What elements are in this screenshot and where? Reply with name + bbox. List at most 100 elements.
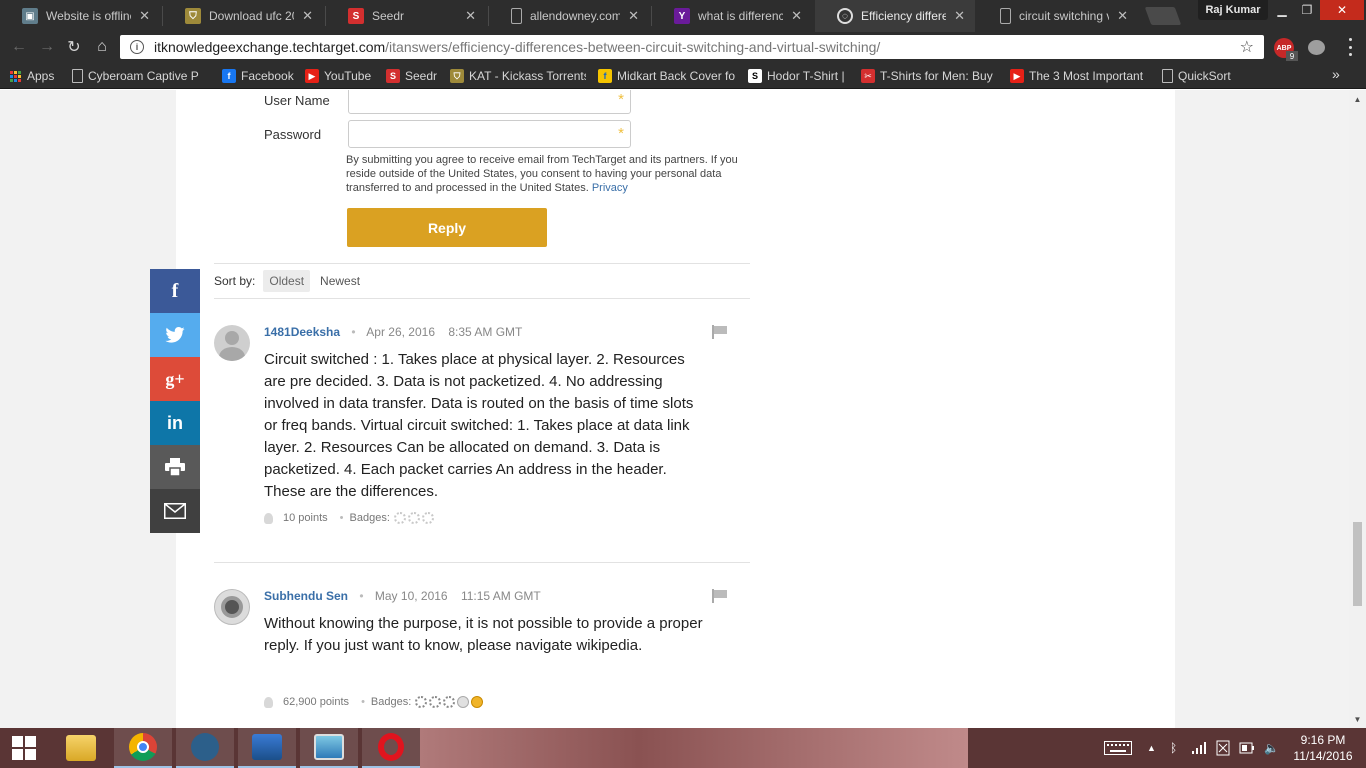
apps-grid-icon	[10, 70, 21, 82]
minimize-icon[interactable]: ▁	[1270, 0, 1294, 20]
facebook-share-icon[interactable]: f	[150, 269, 200, 313]
close-tab-icon[interactable]: ✕	[139, 8, 150, 24]
close-tab-icon[interactable]: ✕	[954, 8, 965, 24]
wallpaper-strip	[420, 728, 968, 768]
battery-icon[interactable]	[1239, 728, 1255, 768]
print-icon[interactable]	[150, 445, 200, 489]
tray-overflow-icon[interactable]: ▲	[1147, 728, 1156, 768]
bookmark-label: Facebook	[241, 69, 294, 83]
badges-label: Badges:	[349, 512, 390, 524]
password-field[interactable]: *	[348, 120, 631, 148]
taskbar-photos[interactable]	[300, 728, 358, 768]
taskbar-wifi-tool[interactable]	[176, 728, 234, 768]
profile-button[interactable]: Raj Kumar	[1198, 0, 1268, 20]
password-label: Password	[264, 127, 322, 142]
tab-download-ufc[interactable]: ⛉ Download ufc 205 ✕	[163, 0, 323, 32]
restore-icon[interactable]: ❐	[1295, 0, 1319, 20]
bookmark-kat[interactable]: ⛉ KAT - Kickass Torrents	[450, 67, 586, 85]
twitter-share-icon[interactable]	[150, 313, 200, 357]
username-field[interactable]: *	[348, 90, 631, 114]
bookmark-label: Hodor T-Shirt |	[767, 69, 845, 83]
reload-icon[interactable]: ↻	[63, 36, 85, 58]
bookmark-quicksort[interactable]: QuickSort	[1162, 67, 1231, 85]
bookmark-seedr[interactable]: S Seedr	[386, 67, 437, 85]
close-window-icon[interactable]: ✕	[1320, 0, 1364, 20]
close-tab-icon[interactable]: ✕	[302, 8, 313, 24]
tab-title: Website is offline	[46, 9, 132, 23]
bookmark-apps[interactable]: Apps	[10, 67, 54, 85]
comment-author[interactable]: 1481Deeksha	[264, 325, 340, 339]
url-path: /itanswers/efficiency-differences-betwee…	[385, 39, 881, 55]
badges-label: Badges:	[370, 696, 412, 708]
taskbar-network-tool[interactable]	[238, 728, 296, 768]
tab-allendowney[interactable]: allendowney.com/ ✕	[489, 0, 649, 32]
required-marker: *	[618, 91, 624, 108]
taskbar-file-explorer[interactable]	[52, 728, 110, 768]
reply-button[interactable]: Reply	[347, 208, 547, 247]
bookmark-label: QuickSort	[1178, 69, 1231, 83]
email-share-icon[interactable]	[150, 489, 200, 533]
bookmark-youtube-video[interactable]: ▶ The 3 Most Important	[1010, 67, 1150, 85]
flag-icon[interactable]	[712, 325, 728, 339]
comment-time: 11:15 AM GMT	[460, 589, 541, 603]
taskbar-clock[interactable]: 9:16 PM 11/14/2016	[1288, 732, 1358, 764]
back-icon[interactable]: ←	[8, 36, 30, 58]
comment-divider	[214, 562, 750, 563]
page-scrollbar[interactable]: ▲ ▼	[1349, 90, 1366, 728]
extension-icon[interactable]	[1308, 40, 1325, 55]
chrome-menu-icon[interactable]	[1344, 38, 1356, 56]
bookmark-label: Apps	[27, 69, 55, 83]
close-tab-icon[interactable]: ✕	[465, 8, 476, 24]
new-tab-button[interactable]	[1144, 7, 1182, 25]
flag-icon[interactable]	[712, 589, 728, 603]
tab-circuit-switching[interactable]: circuit switching vs ✕	[978, 0, 1138, 32]
sort-newest[interactable]: Newest	[314, 270, 366, 292]
privacy-link[interactable]: Privacy	[592, 182, 628, 194]
bookmark-star-icon[interactable]: ☆	[1240, 37, 1254, 57]
tab-strip: ▣ Website is offline ✕ ⛉ Download ufc 20…	[0, 0, 1366, 32]
site-info-icon[interactable]: i	[130, 40, 144, 54]
close-tab-icon[interactable]: ✕	[791, 8, 802, 24]
bookmarks-overflow-icon[interactable]: »	[1332, 66, 1340, 82]
bookmark-tshirts[interactable]: ✂ T-Shirts for Men: Buy	[861, 67, 997, 85]
disclaimer-text: By submitting you agree to receive email…	[346, 154, 738, 194]
bluetooth-icon[interactable]: ᛒ	[1170, 728, 1177, 768]
bookmark-cyberoam[interactable]: Cyberoam Captive P	[72, 67, 210, 85]
bookmark-hodor[interactable]: S Hodor T-Shirt |	[748, 67, 845, 85]
taskbar-chrome[interactable]	[114, 728, 172, 768]
scroll-up-icon[interactable]: ▲	[1349, 92, 1366, 106]
linkedin-share-icon[interactable]: in	[150, 401, 200, 445]
tab-yahoo-answers[interactable]: Y what is difference ✕	[652, 0, 812, 32]
scroll-down-icon[interactable]: ▼	[1349, 712, 1366, 726]
address-bar[interactable]: i itknowledgeexchange.techtarget.com/ita…	[120, 35, 1264, 59]
tab-website-offline[interactable]: ▣ Website is offline ✕	[0, 0, 160, 32]
bookmark-label: Midkart Back Cover fo	[617, 69, 736, 83]
bookmark-label: T-Shirts for Men: Buy	[880, 69, 993, 83]
bookmark-midkart[interactable]: f Midkart Back Cover fo	[598, 67, 736, 85]
avatar[interactable]	[214, 589, 250, 625]
google-plus-share-icon[interactable]: g+	[150, 357, 200, 401]
bookmark-youtube[interactable]: ▶ YouTube	[305, 67, 371, 85]
bookmark-facebook[interactable]: f Facebook	[222, 67, 294, 85]
start-button[interactable]	[0, 728, 48, 768]
youtube-icon: ▶	[305, 69, 319, 83]
avatar[interactable]	[214, 325, 250, 361]
comment-author[interactable]: Subhendu Sen	[264, 589, 348, 603]
home-icon[interactable]: ⌂	[91, 36, 113, 58]
forward-icon[interactable]: →	[36, 36, 58, 58]
keyboard-icon[interactable]	[1104, 728, 1132, 768]
sync-error-icon[interactable]	[1216, 728, 1230, 768]
tab-efficiency-differences[interactable]: ◌ Efficiency differenc ✕	[815, 0, 975, 32]
sort-oldest[interactable]: Oldest	[263, 270, 311, 292]
signal-icon[interactable]	[1192, 728, 1208, 768]
scrollbar-thumb[interactable]	[1353, 522, 1362, 606]
page-icon	[1162, 69, 1173, 83]
volume-icon[interactable]: 🔈	[1264, 728, 1279, 768]
badge-icon	[407, 512, 420, 524]
taskbar-opera[interactable]	[362, 728, 420, 768]
badge-icon	[415, 696, 428, 708]
tab-seedr[interactable]: S Seedr ✕	[326, 0, 486, 32]
close-tab-icon[interactable]: ✕	[628, 8, 639, 24]
close-tab-icon[interactable]: ✕	[1117, 8, 1128, 24]
windows-logo-icon	[12, 736, 36, 760]
